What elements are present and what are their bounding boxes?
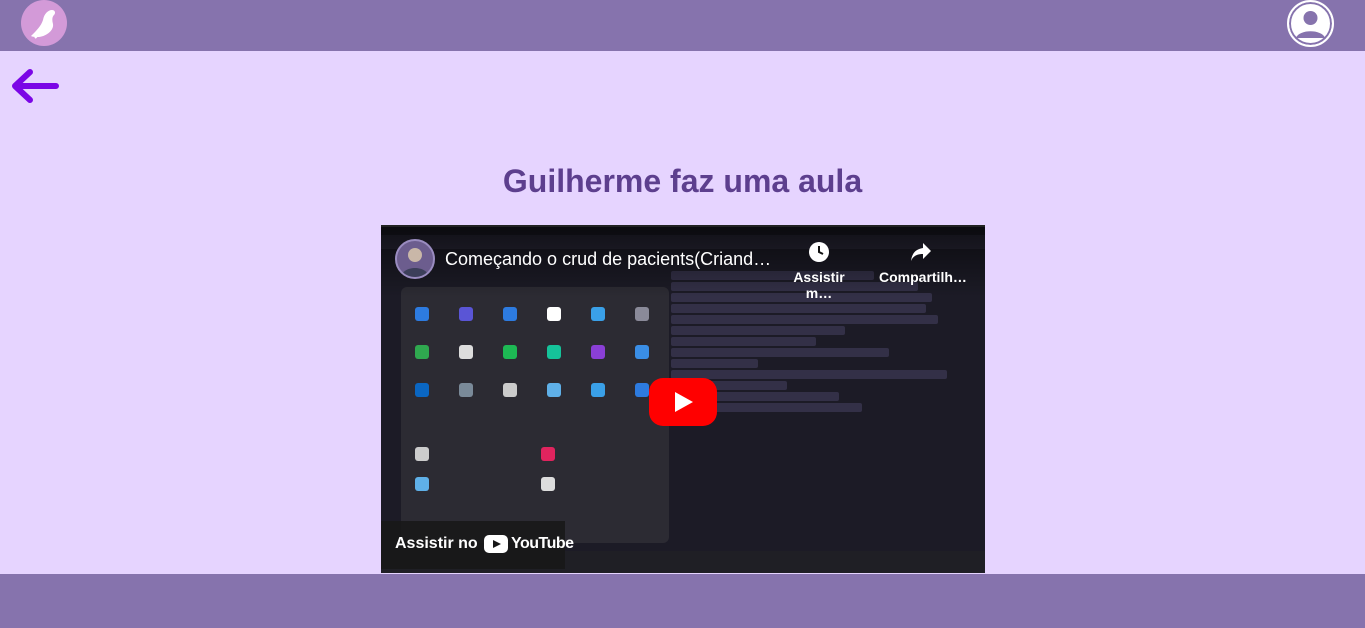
watch-on-label: Assistir no (395, 535, 478, 552)
video-title[interactable]: Começando o crud de pacients(Criand… (445, 249, 775, 270)
clock-icon (809, 242, 829, 262)
watch-on-youtube-button[interactable]: Assistir no YouTube (381, 521, 574, 569)
share-icon (911, 243, 931, 261)
share-button[interactable]: Compartilh… (879, 241, 967, 285)
footer (0, 574, 1365, 628)
play-icon (675, 392, 693, 412)
youtube-logo-icon (484, 535, 508, 553)
bird-logo-icon[interactable] (21, 0, 67, 46)
watch-later-label: Assistir m… (793, 269, 845, 301)
back-button[interactable] (10, 66, 62, 106)
channel-avatar[interactable] (395, 239, 435, 279)
share-label: Compartilh… (879, 269, 967, 285)
top-navbar (0, 0, 1365, 51)
play-button[interactable] (649, 378, 717, 426)
user-avatar-icon[interactable] (1287, 0, 1334, 47)
video-player[interactable]: Começando o crud de pacients(Criand… Ass… (381, 225, 985, 573)
start-menu (401, 287, 669, 543)
watch-later-button[interactable]: Assistir m… (779, 241, 859, 301)
video-header: Começando o crud de pacients(Criand… Ass… (381, 227, 985, 301)
page-title: Guilherme faz uma aula (502, 163, 863, 199)
youtube-brand-label: YouTube (511, 535, 574, 552)
arrow-left-icon (12, 69, 59, 103)
